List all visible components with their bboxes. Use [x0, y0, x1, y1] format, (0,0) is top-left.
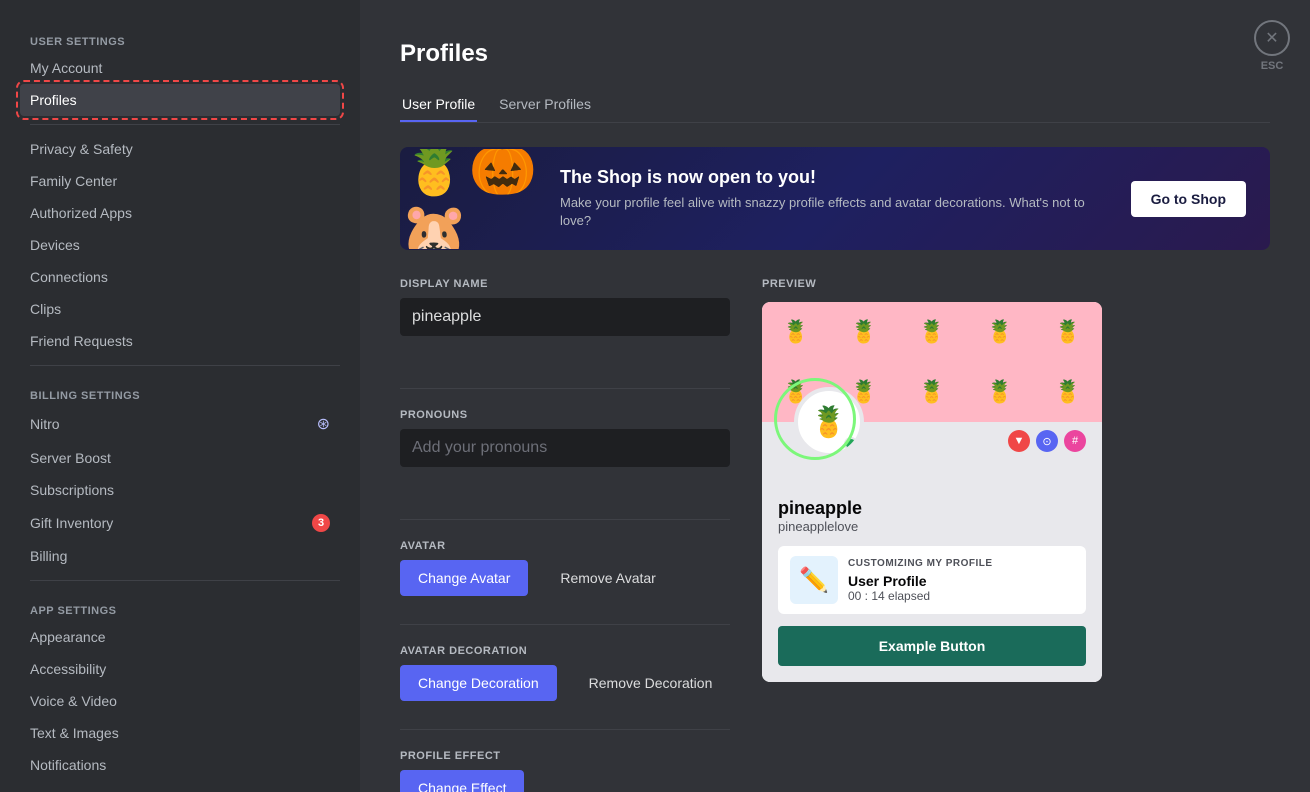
change-avatar-button[interactable]: Change Avatar	[400, 560, 528, 596]
close-icon: ✕	[1254, 20, 1290, 56]
profile-effect-label: Profile Effect	[400, 750, 730, 762]
right-panel: Preview 🍍 🍍 🍍 🍍 🍍 🍍 🍍 🍍 🍍 🍍	[762, 278, 1102, 792]
badge-hash: #	[1064, 430, 1086, 452]
section-label-billing: Billing Settings	[20, 374, 360, 406]
pineapple-2: 🍍	[830, 302, 898, 362]
sidebar-item-privacy-safety[interactable]: Privacy & Safety	[20, 133, 340, 165]
pineapple-1: 🍍	[762, 302, 830, 362]
sidebar-divider-2	[30, 365, 340, 366]
tab-server-profiles[interactable]: Server Profiles	[497, 88, 593, 122]
badge-downvote: ▼	[1008, 430, 1030, 452]
shop-banner-art: 🍍🎃🐹	[400, 149, 540, 249]
divider-avatar	[400, 519, 730, 520]
avatar-decoration-section: Avatar Decoration Change Decoration Remo…	[400, 645, 730, 701]
profile-discriminator: pineapplelove	[778, 519, 1086, 534]
sidebar-section-general: Privacy & Safety Family Center Authorize…	[20, 133, 360, 357]
pronouns-input[interactable]	[400, 429, 730, 467]
sidebar-item-appearance[interactable]: Appearance	[20, 621, 340, 653]
divider-decoration	[400, 624, 730, 625]
change-effect-button[interactable]: Change Effect	[400, 770, 524, 792]
pronouns-section: Pronouns	[400, 409, 730, 491]
divider-effect	[400, 729, 730, 730]
pineapple-4: 🍍	[966, 302, 1034, 362]
avatar-decoration-label: Avatar Decoration	[400, 645, 730, 657]
sidebar-item-accessibility[interactable]: Accessibility	[20, 653, 340, 685]
profile-body: 🍍 ▼ ⊙	[762, 422, 1102, 682]
sidebar-section-user-settings: User Settings My Account Profiles	[20, 20, 360, 116]
badge-nitro: ⊙	[1036, 430, 1058, 452]
page-title: Profiles	[400, 40, 1270, 68]
display-name-section: Display Name	[400, 278, 730, 360]
avatar-label: Avatar	[400, 540, 730, 552]
sidebar-item-family-center[interactable]: Family Center	[20, 165, 340, 197]
gift-inventory-badge: 3	[312, 514, 330, 532]
shop-banner-title: The Shop is now open to you!	[560, 167, 1111, 188]
nitro-icon: ⊛	[317, 414, 330, 434]
divider-pronouns	[400, 388, 730, 389]
customizing-section: ✏️ Customizing My Profile User Profile 0…	[778, 546, 1086, 614]
pineapple-10: 🍍	[1034, 362, 1102, 422]
go-to-shop-button[interactable]: Go to Shop	[1131, 181, 1246, 217]
remove-avatar-button[interactable]: Remove Avatar	[548, 560, 667, 596]
display-name-label: Display Name	[400, 278, 730, 290]
sidebar-divider-1	[30, 124, 340, 125]
esc-label: ESC	[1261, 60, 1284, 72]
sidebar-item-connections[interactable]: Connections	[20, 261, 340, 293]
sidebar: User Settings My Account Profiles Privac…	[0, 0, 360, 792]
avatar: 🍍	[794, 387, 864, 457]
pineapple-9: 🍍	[966, 362, 1034, 422]
sidebar-item-friend-requests[interactable]: Friend Requests	[20, 325, 340, 357]
sidebar-item-devices[interactable]: Devices	[20, 229, 340, 261]
shop-banner: 🍍🎃🐹 The Shop is now open to you! Make yo…	[400, 147, 1270, 250]
shop-banner-subtitle: Make your profile feel alive with snazzy…	[560, 194, 1111, 230]
section-label-user-settings: User Settings	[20, 20, 360, 52]
sidebar-section-billing: Billing Settings Nitro ⊛ Server Boost Su…	[20, 374, 360, 572]
pineapple-3: 🍍	[898, 302, 966, 362]
sidebar-section-app-settings: App Settings Appearance Accessibility Vo…	[20, 589, 360, 781]
left-panel: Display Name Pronouns Avatar Change Avat…	[400, 278, 730, 792]
sidebar-item-billing[interactable]: Billing	[20, 540, 340, 572]
display-name-input[interactable]	[400, 298, 730, 336]
preview-label: Preview	[762, 278, 1102, 290]
sidebar-item-server-boost[interactable]: Server Boost	[20, 442, 340, 474]
sidebar-item-gift-inventory[interactable]: Gift Inventory 3	[20, 506, 340, 540]
sidebar-item-text-images[interactable]: Text & Images	[20, 717, 340, 749]
main-content: ✕ ESC Profiles User Profile Server Profi…	[360, 0, 1310, 792]
sidebar-item-subscriptions[interactable]: Subscriptions	[20, 474, 340, 506]
tab-user-profile[interactable]: User Profile	[400, 88, 477, 122]
banner-art-emoji: 🍍🎃🐹	[400, 149, 540, 249]
pronouns-label: Pronouns	[400, 409, 730, 421]
profile-username: pineapple	[778, 498, 1086, 519]
content-area: Display Name Pronouns Avatar Change Avat…	[400, 278, 1270, 792]
activity-name: User Profile	[848, 573, 993, 589]
activity-icon: ✏️	[790, 556, 838, 604]
profile-name-section: pineapple pineapplelove	[778, 458, 1086, 534]
sidebar-item-profiles[interactable]: Profiles	[20, 84, 340, 116]
remove-decoration-button[interactable]: Remove Decoration	[577, 665, 725, 701]
sidebar-item-voice-video[interactable]: Voice & Video	[20, 685, 340, 717]
preview-card: 🍍 🍍 🍍 🍍 🍍 🍍 🍍 🍍 🍍 🍍	[762, 302, 1102, 682]
sidebar-item-my-account[interactable]: My Account	[20, 52, 340, 84]
pineapple-5: 🍍	[1034, 302, 1102, 362]
change-decoration-button[interactable]: Change Decoration	[400, 665, 557, 701]
activity-time: 00 : 14 elapsed	[848, 589, 993, 603]
shop-banner-text: The Shop is now open to you! Make your p…	[560, 147, 1111, 250]
sidebar-item-nitro[interactable]: Nitro ⊛	[20, 406, 340, 442]
esc-button[interactable]: ✕ ESC	[1254, 20, 1290, 72]
customizing-label: Customizing My Profile	[848, 558, 993, 569]
profile-effect-section: Profile Effect Change Effect	[400, 750, 730, 792]
sidebar-item-authorized-apps[interactable]: Authorized Apps	[20, 197, 340, 229]
sidebar-item-notifications[interactable]: Notifications	[20, 749, 340, 781]
activity-info: Customizing My Profile User Profile 00 :…	[848, 558, 993, 603]
avatar-section: Avatar Change Avatar Remove Avatar	[400, 540, 730, 596]
section-label-app-settings: App Settings	[20, 589, 360, 621]
sidebar-divider-3	[30, 580, 340, 581]
sidebar-item-clips[interactable]: Clips	[20, 293, 340, 325]
pineapple-8: 🍍	[898, 362, 966, 422]
tabs: User Profile Server Profiles	[400, 88, 1270, 123]
example-button[interactable]: Example Button	[778, 626, 1086, 666]
